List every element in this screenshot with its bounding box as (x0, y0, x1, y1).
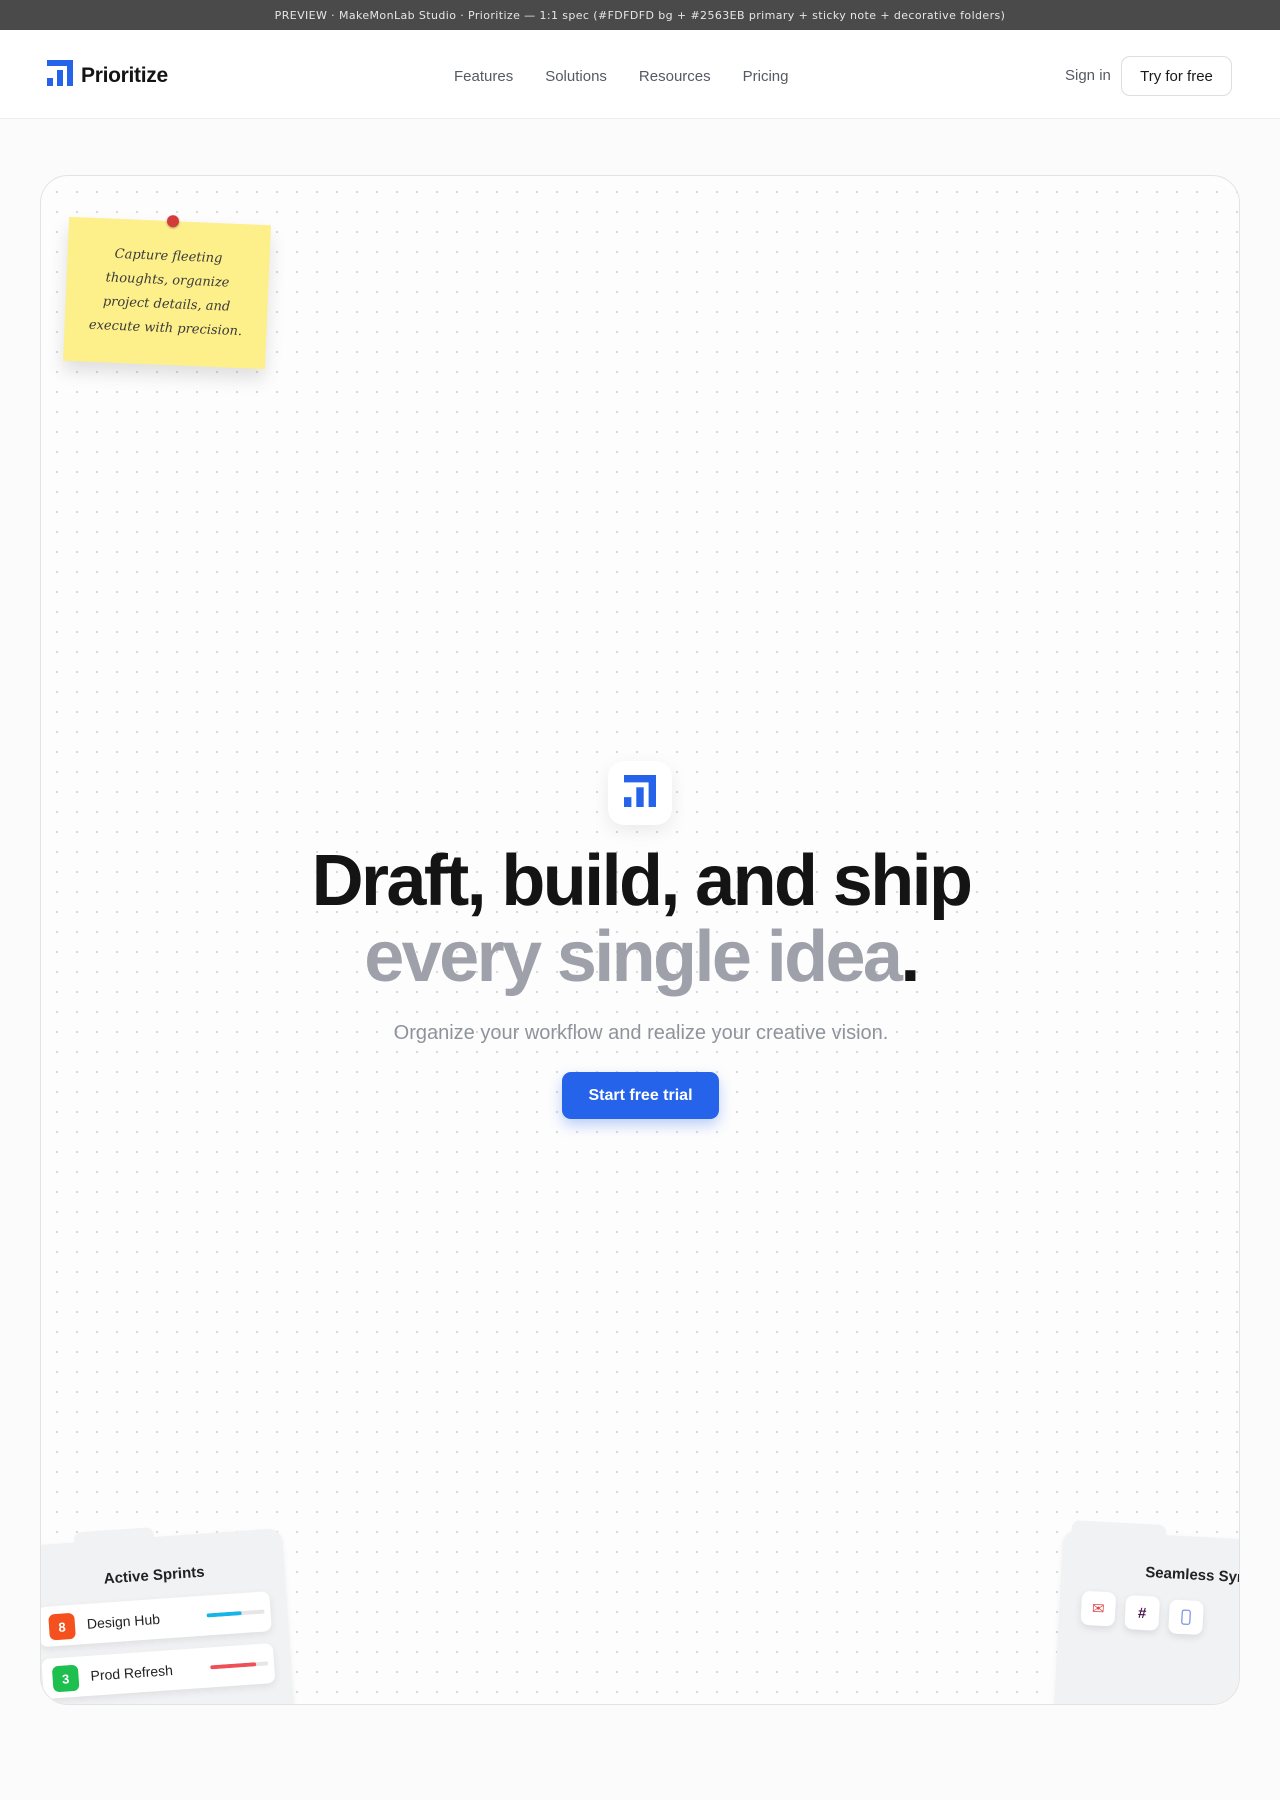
hero-subheadline: Organize your workflow and realize your … (393, 1022, 889, 1044)
sprint-count-badge: 3 (51, 1664, 80, 1693)
sprint-card: 3 Prod Refresh (41, 1642, 276, 1700)
hero-logo-tile (608, 761, 672, 825)
folder-title: Active Sprints (103, 1563, 206, 1588)
sprint-card: 8 Design Hub (41, 1591, 272, 1648)
pin-icon (166, 214, 180, 228)
slack-hash-icon: # (1124, 1595, 1161, 1631)
hero-canvas: Capture fleeting thoughts, organize proj… (40, 175, 1240, 1705)
top-navigation: Prioritize Features Solutions Resources … (0, 30, 1280, 119)
hero-headline: Draft, build, and ship every single idea… (41, 841, 1239, 997)
nav-link-features[interactable]: Features (454, 68, 513, 85)
seamless-sync-folder: Seamless Sync ✉ # (1052, 1520, 1240, 1704)
folder-title: Seamless Sync (1144, 1564, 1240, 1587)
sprint-progress-fill (210, 1662, 257, 1670)
headline-line-2: every single idea (364, 917, 903, 997)
logo-mark-icon (47, 60, 73, 91)
start-free-trial-button[interactable]: Start free trial (562, 1072, 719, 1119)
headline-line-1: Draft, build, and ship (311, 841, 973, 921)
active-sprints-folder: Active Sprints 8 Design Hub 3 Prod Refre… (41, 1527, 296, 1704)
sticky-note-text: Capture fleeting thoughts, organize proj… (88, 246, 243, 340)
nav-link-solutions[interactable]: Solutions (545, 68, 607, 85)
preview-banner-text: PREVIEW · MakeMonLab Studio · Prioritize… (274, 8, 1006, 22)
sprint-count-badge: 8 (48, 1612, 76, 1641)
sign-in-link[interactable]: Sign in (1065, 67, 1111, 84)
nav-link-pricing[interactable]: Pricing (743, 68, 789, 85)
sprint-progress-bar (210, 1661, 269, 1670)
sticky-note: Capture fleeting thoughts, organize proj… (63, 214, 271, 370)
sprint-progress-bar (206, 1609, 265, 1618)
sprint-name: Design Hub (86, 1610, 161, 1632)
folder-tab (73, 1527, 155, 1555)
nav-link-resources[interactable]: Resources (639, 68, 711, 85)
headline-period: . (900, 917, 920, 997)
try-for-free-button[interactable]: Try for free (1121, 56, 1232, 96)
folder-tab (1070, 1520, 1167, 1548)
nav-links: Features Solutions Resources Pricing (454, 68, 788, 85)
brand-name: Prioritize (81, 63, 168, 87)
mail-icon: ✉ (1080, 1590, 1117, 1627)
brand-logo[interactable]: Prioritize (47, 60, 168, 91)
sprint-progress-fill (206, 1611, 242, 1618)
logo-mark-icon (624, 774, 656, 812)
phone-icon (1168, 1599, 1204, 1636)
preview-banner: PREVIEW · MakeMonLab Studio · Prioritize… (0, 0, 1280, 30)
sprint-name: Prod Refresh (89, 1662, 174, 1684)
